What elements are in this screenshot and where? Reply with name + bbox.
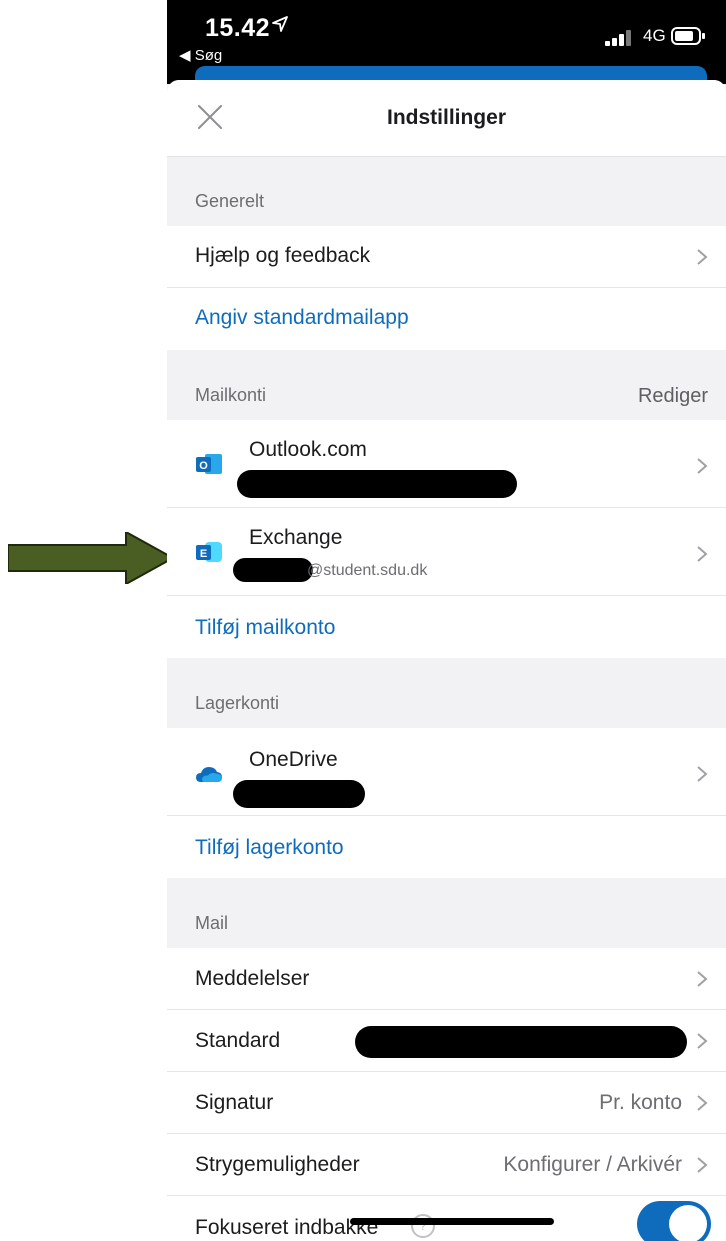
svg-text:O: O	[199, 460, 208, 472]
account-row-onedrive[interactable]: OneDrive	[167, 728, 726, 816]
account-name: Outlook.com	[249, 438, 367, 461]
default-account-row[interactable]: Standard	[167, 1010, 726, 1072]
chevron-right-icon	[697, 766, 708, 782]
account-email: @student.sdu.dk	[307, 562, 428, 579]
swipe-options-row[interactable]: Strygemuligheder Konfigurer / Arkivér	[167, 1134, 726, 1196]
help-feedback-label: Hjælp og feedback	[195, 244, 371, 267]
cellular-signal-icon	[605, 30, 631, 46]
section-header-mail-accounts: Mailkonti Rediger	[167, 350, 726, 420]
status-time: 15.42	[205, 14, 271, 42]
account-row-exchange[interactable]: E Exchange @student.sdu.dk	[167, 508, 726, 596]
battery-icon	[671, 27, 705, 45]
section-header-label: Mail	[195, 913, 229, 933]
chevron-right-icon	[697, 458, 708, 474]
section-header-label: Mailkonti	[195, 385, 267, 405]
location-arrow-icon	[272, 16, 288, 32]
chevron-right-icon	[697, 1157, 708, 1173]
outlook-icon: O	[196, 454, 222, 474]
chevron-right-icon	[697, 971, 708, 987]
navigation-bar: Indstillinger	[167, 80, 726, 157]
default-account-label: Standard	[195, 1029, 281, 1052]
notifications-label: Meddelelser	[195, 967, 310, 990]
exchange-icon: E	[196, 542, 222, 562]
section-header-label: Generelt	[195, 191, 265, 211]
back-to-app-link[interactable]: ◀ Søg	[179, 46, 222, 64]
toggle-knob	[669, 1205, 707, 1241]
section-header-label: Lagerkonti	[195, 693, 280, 713]
section-header-general: Generelt	[167, 156, 726, 226]
settings-sheet: Indstillinger Generelt Hjælp og feedback…	[167, 80, 726, 1241]
account-row-outlook[interactable]: O Outlook.com	[167, 420, 726, 508]
add-mail-account-link[interactable]: Tilføj mailkonto	[195, 616, 335, 640]
default-mail-app-row[interactable]: Angiv standardmailapp	[167, 288, 726, 350]
swipe-options-label: Strygemuligheder	[195, 1153, 360, 1176]
add-storage-account-row[interactable]: Tilføj lagerkonto	[167, 816, 726, 878]
swipe-options-value: Konfigurer / Arkivér	[503, 1153, 682, 1176]
redacted-email	[237, 470, 517, 498]
default-mail-app-link[interactable]: Angiv standardmailapp	[195, 306, 409, 330]
redacted-email	[233, 780, 365, 808]
annotation-arrow	[8, 532, 173, 584]
account-name: Exchange	[249, 526, 343, 549]
svg-text:E: E	[200, 548, 207, 560]
add-mail-account-row[interactable]: Tilføj mailkonto	[167, 596, 726, 658]
signature-label: Signatur	[195, 1091, 274, 1114]
network-type: 4G	[643, 26, 666, 45]
chevron-right-icon	[697, 1033, 708, 1049]
home-indicator	[350, 1218, 554, 1225]
add-storage-account-link[interactable]: Tilføj lagerkonto	[195, 836, 344, 860]
notifications-row[interactable]: Meddelelser	[167, 948, 726, 1010]
help-feedback-row[interactable]: Hjælp og feedback	[167, 226, 726, 288]
focused-inbox-toggle[interactable]	[637, 1201, 711, 1241]
signature-value: Pr. konto	[599, 1091, 682, 1114]
section-header-storage-accounts: Lagerkonti	[167, 658, 726, 728]
chevron-right-icon	[697, 546, 708, 562]
redacted-username	[233, 558, 313, 582]
chevron-right-icon	[697, 249, 708, 265]
signature-row[interactable]: Signatur Pr. konto	[167, 1072, 726, 1134]
chevron-right-icon	[697, 1095, 708, 1111]
phone-screen: 15.42 ◀ Søg 4G Indstillinger Generelt Hj…	[167, 0, 726, 1241]
account-name: OneDrive	[249, 748, 338, 771]
onedrive-icon	[196, 767, 222, 782]
redacted-default-account	[355, 1026, 687, 1058]
page-title: Indstillinger	[386, 106, 506, 129]
section-header-mail: Mail	[167, 878, 726, 948]
edit-button[interactable]: Rediger	[638, 385, 708, 408]
